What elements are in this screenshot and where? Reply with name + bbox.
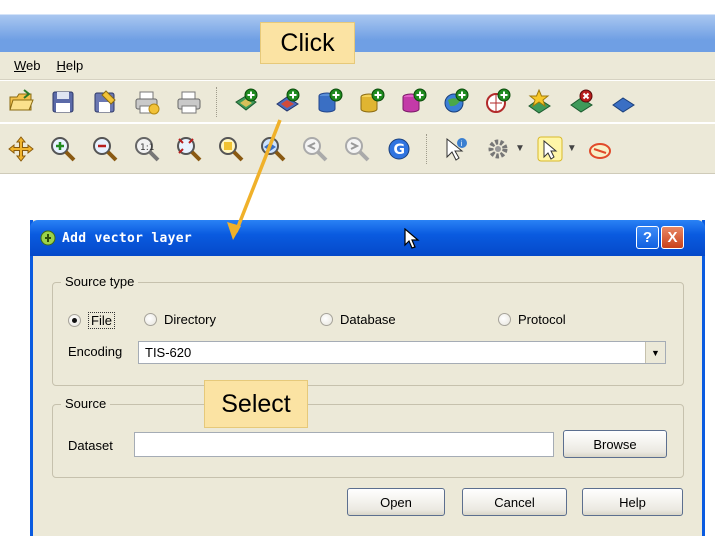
encoding-select[interactable]: TIS-620 ▼ bbox=[138, 341, 666, 364]
radio-dot-icon[interactable] bbox=[320, 313, 333, 326]
zoom-full-icon[interactable] bbox=[173, 133, 205, 165]
select-callout: Select bbox=[204, 380, 308, 428]
cancel-button[interactable]: Cancel bbox=[462, 488, 567, 516]
print-composer-icon[interactable] bbox=[131, 86, 163, 118]
close-button[interactable]: X bbox=[661, 226, 684, 249]
browse-button[interactable]: Browse bbox=[563, 430, 667, 458]
zoom-next-icon[interactable] bbox=[341, 133, 373, 165]
identify-icon[interactable]: i bbox=[440, 133, 472, 165]
source-legend: Source bbox=[61, 396, 111, 411]
open-button[interactable]: Open bbox=[347, 488, 445, 516]
svg-text:G: G bbox=[394, 142, 406, 158]
file-toolbar bbox=[0, 81, 715, 123]
remove-layer-icon[interactable] bbox=[566, 86, 598, 118]
svg-text:1:1: 1:1 bbox=[140, 143, 154, 153]
radio-directory[interactable]: Directory bbox=[144, 312, 216, 327]
zoom-actual-icon[interactable]: 1:1 bbox=[131, 133, 163, 165]
refresh-icon[interactable]: G bbox=[383, 133, 415, 165]
radio-protocol-label: Protocol bbox=[518, 312, 566, 327]
zoom-last-icon[interactable] bbox=[299, 133, 331, 165]
radio-directory-label: Directory bbox=[164, 312, 217, 327]
add-spatialite-layer-icon[interactable] bbox=[356, 86, 388, 118]
save-project-icon[interactable] bbox=[47, 86, 79, 118]
add-wms-layer-icon[interactable] bbox=[440, 86, 472, 118]
svg-text:i: i bbox=[461, 140, 463, 148]
app-title-bar bbox=[0, 0, 715, 52]
edit-layer-icon[interactable] bbox=[608, 86, 640, 118]
help-button[interactable]: Help bbox=[582, 488, 683, 516]
mouse-cursor-icon bbox=[404, 228, 420, 249]
radio-dot-icon[interactable] bbox=[144, 313, 157, 326]
chevron-down-icon[interactable]: ▼ bbox=[645, 342, 665, 363]
dataset-input[interactable] bbox=[134, 432, 554, 457]
radio-database-label: Database bbox=[340, 312, 396, 327]
open-project-icon[interactable] bbox=[5, 86, 37, 118]
add-postgis-layer-icon[interactable] bbox=[314, 86, 346, 118]
add-wfs-layer-icon[interactable] bbox=[482, 86, 514, 118]
radio-file-label: File bbox=[88, 312, 115, 329]
save-as-icon[interactable] bbox=[89, 86, 121, 118]
radio-file[interactable]: File bbox=[68, 312, 115, 329]
zoom-in-icon[interactable] bbox=[47, 133, 79, 165]
encoding-value: TIS-620 bbox=[145, 345, 192, 360]
help-title-button[interactable]: ? bbox=[636, 226, 659, 249]
select-icon[interactable] bbox=[534, 133, 566, 165]
encoding-label: Encoding bbox=[68, 344, 123, 359]
settings-dropdown-arrow[interactable]: ▼ bbox=[515, 143, 525, 154]
print-icon[interactable] bbox=[173, 86, 205, 118]
zoom-layer-icon[interactable] bbox=[257, 133, 289, 165]
source-type-group: Source type bbox=[52, 274, 684, 386]
pan-icon[interactable] bbox=[5, 133, 37, 165]
map-navigation-toolbar: 1:1 G i ▼ ▼ bbox=[0, 124, 715, 174]
menu-help[interactable]: Help bbox=[57, 58, 84, 73]
radio-dot-icon[interactable] bbox=[498, 313, 511, 326]
add-raster-layer-icon[interactable] bbox=[272, 86, 304, 118]
radio-dot-checked-icon[interactable] bbox=[68, 314, 81, 327]
add-vector-layer-icon[interactable] bbox=[230, 86, 262, 118]
settings-icon[interactable] bbox=[482, 133, 514, 165]
menubar: Web Help bbox=[0, 52, 715, 80]
deselect-icon[interactable] bbox=[586, 133, 618, 165]
dialog-title-bar[interactable]: Add vector layer ? X bbox=[30, 220, 705, 256]
select-dropdown-arrow[interactable]: ▼ bbox=[567, 143, 577, 154]
toolbar-separator bbox=[216, 86, 219, 117]
menu-web[interactable]: Web bbox=[14, 58, 41, 73]
new-vector-layer-icon[interactable] bbox=[524, 86, 556, 118]
dataset-label: Dataset bbox=[68, 438, 113, 453]
add-mssql-layer-icon[interactable] bbox=[398, 86, 430, 118]
radio-protocol[interactable]: Protocol bbox=[498, 312, 566, 327]
source-type-legend: Source type bbox=[61, 274, 139, 289]
toolbar-separator bbox=[426, 133, 429, 164]
source-type-radio-group: File Directory Database Protocol bbox=[68, 312, 668, 332]
dialog-title: Add vector layer bbox=[62, 230, 193, 246]
zoom-selection-icon[interactable] bbox=[215, 133, 247, 165]
qgis-logo-icon bbox=[40, 230, 56, 246]
zoom-out-icon[interactable] bbox=[89, 133, 121, 165]
click-callout: Click bbox=[260, 22, 355, 64]
radio-database[interactable]: Database bbox=[320, 312, 396, 327]
